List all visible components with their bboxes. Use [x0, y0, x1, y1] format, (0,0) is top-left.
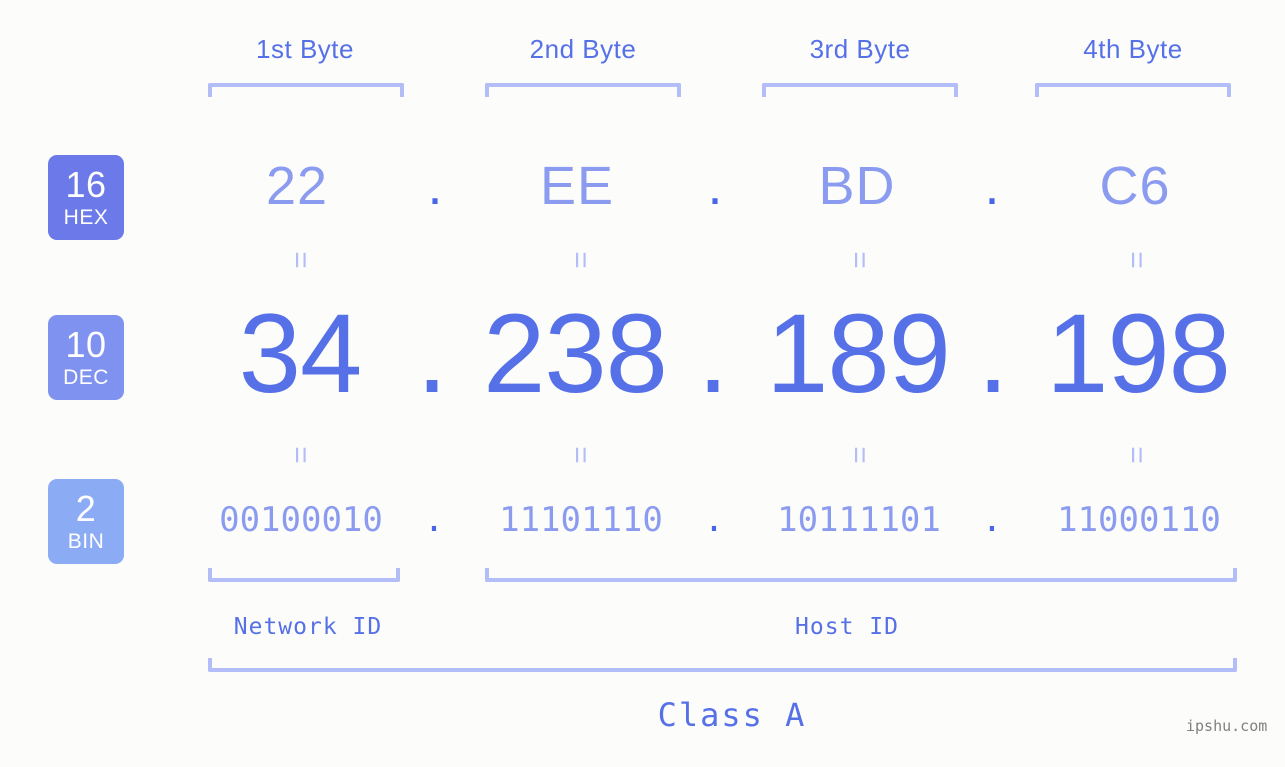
- equals-mark-hex-dec-1: =: [284, 251, 317, 269]
- dec-octet-3: 189: [766, 291, 951, 416]
- equals-mark-dec-bin-4: =: [1120, 446, 1153, 464]
- byte-bracket-1: [208, 83, 404, 97]
- hex-octet-3: BD: [818, 156, 896, 216]
- bin-separator-2: .: [703, 500, 725, 540]
- bin-octet-1: 00100010: [219, 500, 383, 540]
- hex-separator-2: .: [707, 156, 723, 216]
- bin-separator-3: .: [981, 500, 1003, 540]
- equals-mark-dec-bin-2: =: [564, 446, 597, 464]
- hex-separator-3: .: [984, 156, 1000, 216]
- hex-octet-2: EE: [539, 156, 615, 216]
- base-badge-hex-number: 16: [65, 164, 107, 205]
- network-id-bracket: [208, 568, 400, 582]
- dec-octet-2: 238: [483, 291, 668, 416]
- network-id-label: Network ID: [233, 614, 383, 640]
- equals-mark-hex-dec-3: =: [843, 251, 876, 269]
- host-id-label: Host ID: [795, 614, 899, 640]
- bin-octet-2: 11101110: [499, 500, 663, 540]
- hex-octet-1: 22: [265, 156, 329, 216]
- bin-octet-4: 11000110: [1057, 500, 1221, 540]
- dec-octet-4: 198: [1046, 291, 1231, 416]
- equals-mark-hex-dec-2: =: [564, 251, 597, 269]
- byte-header-label-1: 1st Byte: [256, 34, 354, 64]
- base-badge-bin: 2 BIN: [48, 479, 124, 564]
- equals-mark-hex-dec-4: =: [1120, 251, 1153, 269]
- byte-header-label-3: 3rd Byte: [809, 34, 911, 64]
- byte-bracket-2: [485, 83, 681, 97]
- bin-octet-3: 10111101: [777, 500, 941, 540]
- byte-header-label-4: 4th Byte: [1083, 34, 1183, 64]
- byte-header-label-2: 2nd Byte: [529, 34, 637, 64]
- bin-separator-1: .: [423, 500, 445, 540]
- equals-mark-dec-bin-3: =: [843, 446, 876, 464]
- byte-bracket-4: [1035, 83, 1231, 97]
- byte-bracket-3: [762, 83, 958, 97]
- dec-octet-1: 34: [238, 291, 363, 416]
- host-id-bracket: [485, 568, 1237, 582]
- base-badge-bin-number: 2: [75, 488, 97, 529]
- hex-octet-4: C6: [1099, 156, 1171, 216]
- base-badge-hex-name: HEX: [63, 206, 109, 229]
- base-badge-bin-name: BIN: [67, 530, 105, 553]
- site-watermark: ipshu.com: [1186, 717, 1268, 735]
- class-bracket: [208, 658, 1237, 672]
- hex-separator-1: .: [427, 156, 443, 216]
- base-badge-dec-number: 10: [65, 324, 107, 365]
- base-badge-hex: 16 HEX: [48, 155, 124, 240]
- base-badge-dec-name: DEC: [63, 366, 109, 389]
- equals-mark-dec-bin-1: =: [284, 446, 317, 464]
- base-badge-dec: 10 DEC: [48, 315, 124, 400]
- class-label: Class A: [657, 696, 807, 734]
- ip-address-diagram: 1st Byte 2nd Byte 3rd Byte 4th Byte 16 H…: [0, 0, 1285, 767]
